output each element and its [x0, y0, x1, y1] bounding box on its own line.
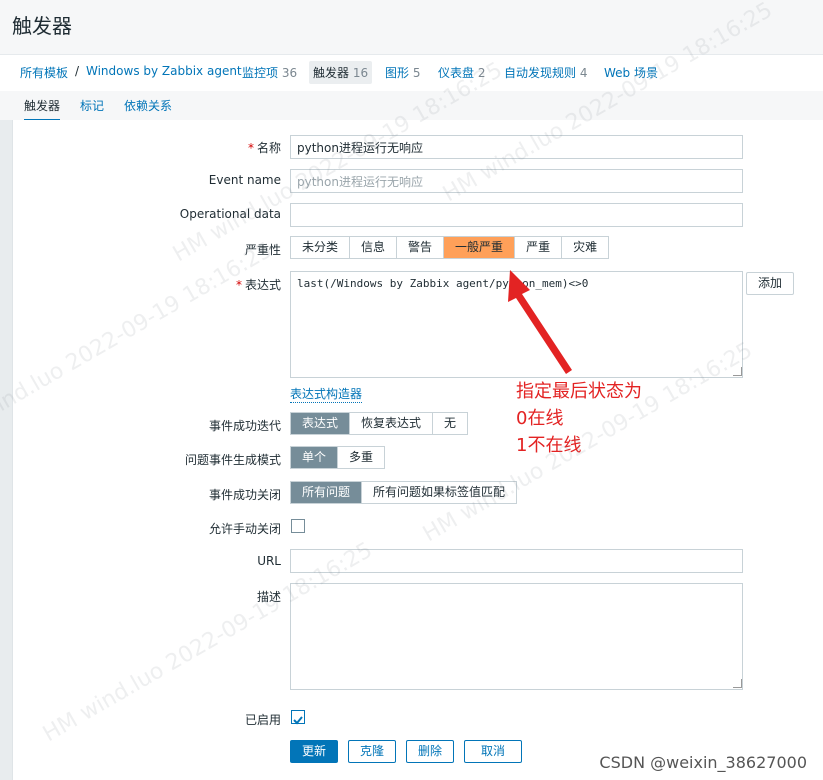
opdata-label: Operational data: [179, 207, 281, 221]
opdata-input[interactable]: [290, 203, 743, 227]
update-button[interactable]: 更新: [290, 740, 338, 763]
problem-mode-single[interactable]: 单个: [291, 447, 339, 468]
ok-event-closes-label: 事件成功关闭: [208, 488, 281, 502]
csdn-credit: CSDN @weixin_38627000: [599, 753, 807, 772]
severity-label: 严重性: [244, 243, 281, 257]
cancel-button[interactable]: 取消: [464, 740, 522, 763]
ok-event-expression[interactable]: 表达式: [291, 413, 351, 434]
expression-label: * 表达式: [235, 278, 281, 292]
problem-mode-label: 问题事件生成模式: [184, 453, 281, 467]
problem-mode-selector: 单个 多重: [290, 446, 386, 469]
severity-selector: 未分类 信息 警告 一般严重 严重 灾难: [290, 236, 610, 259]
enabled-label: 已启用: [244, 713, 281, 727]
ok-closes-all-problems[interactable]: 所有问题: [291, 482, 363, 503]
description-label: 描述: [256, 590, 281, 604]
name-label: * 名称: [247, 141, 281, 155]
breadcrumb-triggers[interactable]: 触发器 16: [309, 61, 373, 84]
severity-warning[interactable]: 警告: [397, 237, 445, 258]
left-edge: [0, 120, 12, 780]
annotation-arrow-icon: [508, 270, 572, 374]
severity-high[interactable]: 严重: [515, 237, 563, 258]
expression-builder-link[interactable]: 表达式构造器: [290, 385, 363, 403]
ok-closes-tag-match[interactable]: 所有问题如果标签值匹配: [362, 482, 516, 503]
resize-handle[interactable]: [733, 679, 742, 688]
url-label: URL: [257, 554, 281, 568]
breadcrumb-web-scenarios[interactable]: Web 场景: [604, 64, 658, 81]
name-input[interactable]: python进程运行无响应: [290, 135, 743, 159]
manual-close-label: 允许手动关闭: [208, 522, 281, 536]
clone-button[interactable]: 克隆: [348, 740, 396, 763]
checkmark-icon: [293, 716, 303, 725]
tab-dependencies[interactable]: 依赖关系: [124, 97, 172, 114]
annotation-line-1: 指定最后状态为: [516, 381, 642, 402]
tab-trigger[interactable]: 触发器: [24, 97, 61, 122]
tab-bar: 触发器 标记 依赖关系: [0, 91, 823, 122]
breadcrumb-all-templates[interactable]: 所有模板: [20, 64, 68, 81]
severity-information[interactable]: 信息: [350, 237, 398, 258]
annotation-line-2: 0在线: [516, 408, 564, 429]
ok-event-generation-selector: 表达式 恢复表达式 无: [290, 412, 469, 435]
enabled-checkbox[interactable]: [291, 710, 305, 725]
breadcrumb-dashboards[interactable]: 仪表盘 2: [438, 64, 485, 81]
url-input[interactable]: [290, 549, 743, 573]
ok-event-generation-label: 事件成功迭代: [208, 419, 281, 433]
resize-handle[interactable]: [733, 367, 742, 376]
severity-average[interactable]: 一般严重: [444, 237, 516, 258]
severity-not-classified[interactable]: 未分类: [291, 237, 351, 258]
problem-mode-multiple[interactable]: 多重: [338, 447, 384, 468]
event-name-label: Event name: [208, 173, 281, 187]
add-expression-button[interactable]: 添加: [746, 272, 794, 295]
tab-tags[interactable]: 标记: [80, 97, 104, 114]
ok-event-closes-selector: 所有问题 所有问题如果标签值匹配: [290, 481, 518, 504]
breadcrumb-discovery-rules[interactable]: 自动发现规则 4: [504, 64, 587, 81]
ok-event-recovery-expression[interactable]: 恢复表达式: [350, 413, 434, 434]
delete-button[interactable]: 删除: [406, 740, 454, 763]
breadcrumb-separator: /: [75, 64, 80, 78]
description-textarea[interactable]: [290, 583, 743, 690]
breadcrumb: 所有模板 / Windows by Zabbix agent 监控项 36 触发…: [0, 54, 823, 91]
breadcrumb-template[interactable]: Windows by Zabbix agent: [86, 64, 242, 78]
breadcrumb-graphs[interactable]: 图形 5: [385, 64, 420, 81]
page-title: 触发器: [12, 14, 72, 38]
manual-close-checkbox[interactable]: [291, 519, 305, 533]
annotation-line-3: 1不在线: [516, 435, 582, 456]
ok-event-none[interactable]: 无: [433, 413, 467, 434]
trigger-form: * 名称 python进程运行无响应 Event name python进程运行无…: [12, 120, 823, 780]
breadcrumb-items[interactable]: 监控项 36: [242, 64, 297, 81]
severity-disaster[interactable]: 灾难: [562, 237, 608, 258]
event-name-input[interactable]: python进程运行无响应: [290, 169, 743, 193]
